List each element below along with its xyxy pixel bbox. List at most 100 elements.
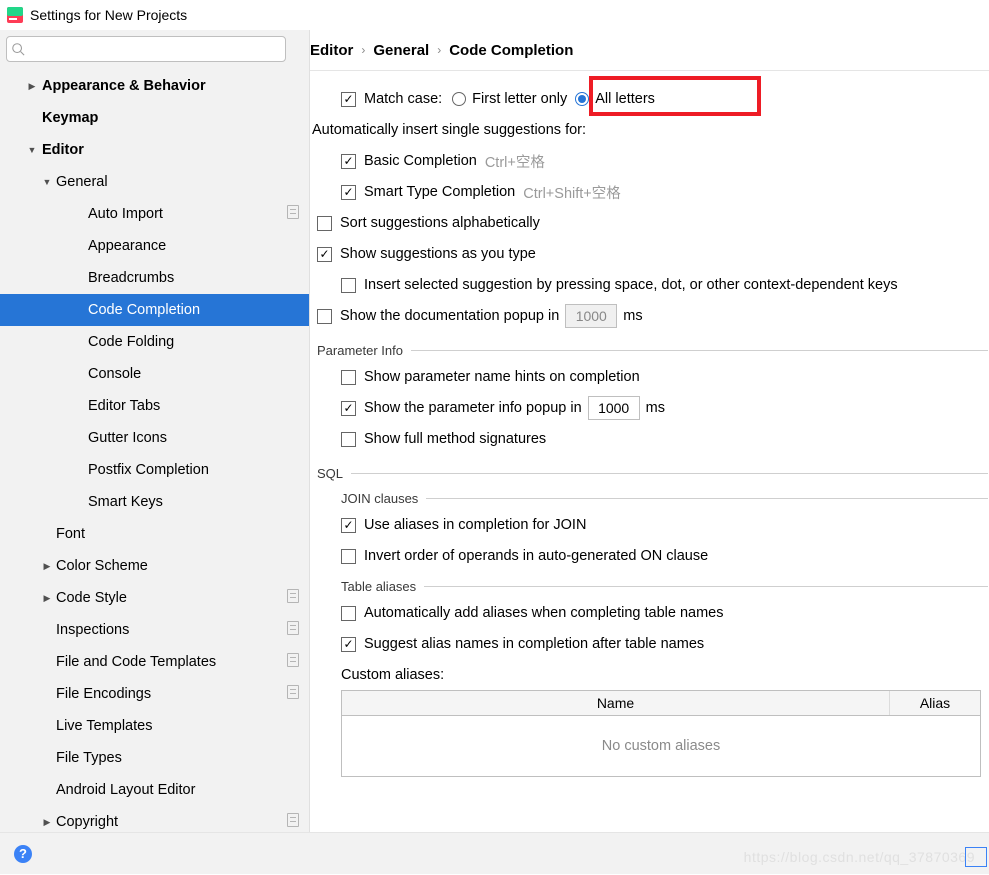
sidebar-item-label: General [56,174,309,190]
smart-completion-checkbox[interactable]: Smart Type Completion [341,184,515,200]
sidebar-item-label: Live Templates [56,718,309,734]
param-popup-delay-input[interactable] [588,396,640,420]
chevron-right-icon[interactable] [38,560,56,572]
sidebar-item-label: Android Layout Editor [56,782,309,798]
chevron-down-icon[interactable] [38,176,56,188]
table-col-alias[interactable]: Alias [890,691,980,715]
chevron-right-icon[interactable] [22,80,42,92]
sidebar-item-label: Color Scheme [56,558,309,574]
sidebar-item-file-and-code-templates[interactable]: File and Code Templates [0,646,309,678]
parameter-info-section: Parameter Info [317,343,988,358]
footer: ? [0,832,989,874]
chevron-right-icon[interactable] [38,592,56,604]
sidebar-item-file-types[interactable]: File Types [0,742,309,774]
suggest-alias-checkbox[interactable]: Suggest alias names in completion after … [341,636,704,652]
doc-popup-delay-input[interactable] [565,304,617,328]
sidebar-item-code-folding[interactable]: Code Folding [0,326,309,358]
sidebar-item-label: Code Style [56,590,287,606]
sidebar-item-label: Font [56,526,309,542]
table-col-name[interactable]: Name [342,691,890,715]
search-input[interactable] [27,41,281,58]
sql-section: SQL [317,466,988,481]
sidebar-item-color-scheme[interactable]: Color Scheme [0,550,309,582]
app-logo-icon [6,6,24,24]
table-empty-text: No custom aliases [342,716,980,776]
use-aliases-join-checkbox[interactable]: Use aliases in completion for JOIN [341,517,586,533]
sidebar-item-label: Editor [42,142,309,158]
sidebar-item-android-layout-editor[interactable]: Android Layout Editor [0,774,309,806]
sidebar-item-font[interactable]: Font [0,518,309,550]
sidebar-item-label: Console [88,366,309,382]
sort-alpha-checkbox[interactable]: Sort suggestions alphabetically [317,215,540,231]
sidebar-item-appearance[interactable]: Appearance [0,230,309,262]
invert-on-checkbox[interactable]: Invert order of operands in auto-generat… [341,548,708,564]
sidebar-item-label: Editor Tabs [88,398,309,414]
sidebar-item-label: Gutter Icons [88,430,309,446]
match-case-checkbox[interactable]: Match case: [341,91,442,107]
sidebar-item-smart-keys[interactable]: Smart Keys [0,486,309,518]
watermark-focus-box [965,847,987,867]
sidebar-item-label: Appearance [88,238,309,254]
sidebar-item-auto-import[interactable]: Auto Import [0,198,309,230]
help-button[interactable]: ? [14,845,32,863]
sidebar-item-label: Smart Keys [88,494,309,510]
per-project-icon [287,589,299,607]
breadcrumb-code-completion[interactable]: Code Completion [449,42,573,59]
sidebar-item-editor[interactable]: Editor [0,134,309,166]
sidebar-item-label: File Types [56,750,309,766]
main-panel: Editor › General › Code Completion Match… [310,30,989,832]
sidebar-item-breadcrumbs[interactable]: Breadcrumbs [0,262,309,294]
show-doc-popup-checkbox[interactable]: Show the documentation popup in [317,308,559,324]
auto-add-aliases-checkbox[interactable]: Automatically add aliases when completin… [341,605,723,621]
sidebar-item-keymap[interactable]: Keymap [0,102,309,134]
search-icon [11,42,25,56]
all-letters-radio[interactable]: All letters [575,91,655,107]
custom-aliases-label: Custom aliases: [341,667,444,683]
sidebar-item-console[interactable]: Console [0,358,309,390]
sidebar-item-label: Appearance & Behavior [42,78,309,94]
smart-completion-shortcut: Ctrl+Shift+空格 [523,182,621,203]
sidebar-item-label: Code Completion [88,302,309,318]
sidebar-item-code-completion[interactable]: Code Completion [0,294,309,326]
sidebar-item-label: Inspections [56,622,287,638]
breadcrumb-general[interactable]: General [373,42,429,59]
sidebar-item-postfix-completion[interactable]: Postfix Completion [0,454,309,486]
show-full-sig-checkbox[interactable]: Show full method signatures [341,431,546,447]
sidebar-item-label: File and Code Templates [56,654,287,670]
sidebar-item-label: Code Folding [88,334,309,350]
table-aliases-section: Table aliases [341,579,988,594]
sidebar-item-label: Breadcrumbs [88,270,309,286]
breadcrumb: Editor › General › Code Completion [310,30,989,70]
sidebar-item-general[interactable]: General [0,166,309,198]
per-project-icon [287,813,299,831]
first-letter-radio[interactable]: First letter only [452,91,567,107]
basic-completion-checkbox[interactable]: Basic Completion [341,153,477,169]
show-param-hints-checkbox[interactable]: Show parameter name hints on completion [341,369,640,385]
show-param-popup-checkbox[interactable]: Show the parameter info popup in [341,400,582,416]
per-project-icon [287,621,299,639]
sidebar-item-code-style[interactable]: Code Style [0,582,309,614]
insert-selected-checkbox[interactable]: Insert selected suggestion by pressing s… [341,277,898,293]
chevron-right-icon[interactable] [38,816,56,828]
window-title: Settings for New Projects [30,7,187,23]
chevron-down-icon[interactable] [22,144,42,156]
sidebar-item-editor-tabs[interactable]: Editor Tabs [0,390,309,422]
sidebar-item-file-encodings[interactable]: File Encodings [0,678,309,710]
sidebar-item-live-templates[interactable]: Live Templates [0,710,309,742]
breadcrumb-editor[interactable]: Editor [310,42,353,59]
sidebar-item-gutter-icons[interactable]: Gutter Icons [0,422,309,454]
sidebar-item-copyright[interactable]: Copyright [0,806,309,838]
sidebar-item-label: Copyright [56,814,287,830]
sidebar-item-label: Postfix Completion [88,462,309,478]
custom-aliases-table[interactable]: Name Alias No custom aliases [341,690,981,777]
per-project-icon [287,685,299,703]
show-as-you-type-checkbox[interactable]: Show suggestions as you type [317,246,536,262]
sidebar-item-label: Auto Import [88,206,287,222]
sidebar-item-appearance-behavior[interactable]: Appearance & Behavior [0,70,309,102]
search-input-wrap[interactable] [6,36,286,62]
per-project-icon [287,205,299,223]
sidebar-item-inspections[interactable]: Inspections [0,614,309,646]
sidebar-item-label: Keymap [42,110,309,126]
sidebar: Appearance & Behavior Keymap Editor General… [0,30,310,832]
basic-completion-shortcut: Ctrl+空格 [485,151,545,172]
